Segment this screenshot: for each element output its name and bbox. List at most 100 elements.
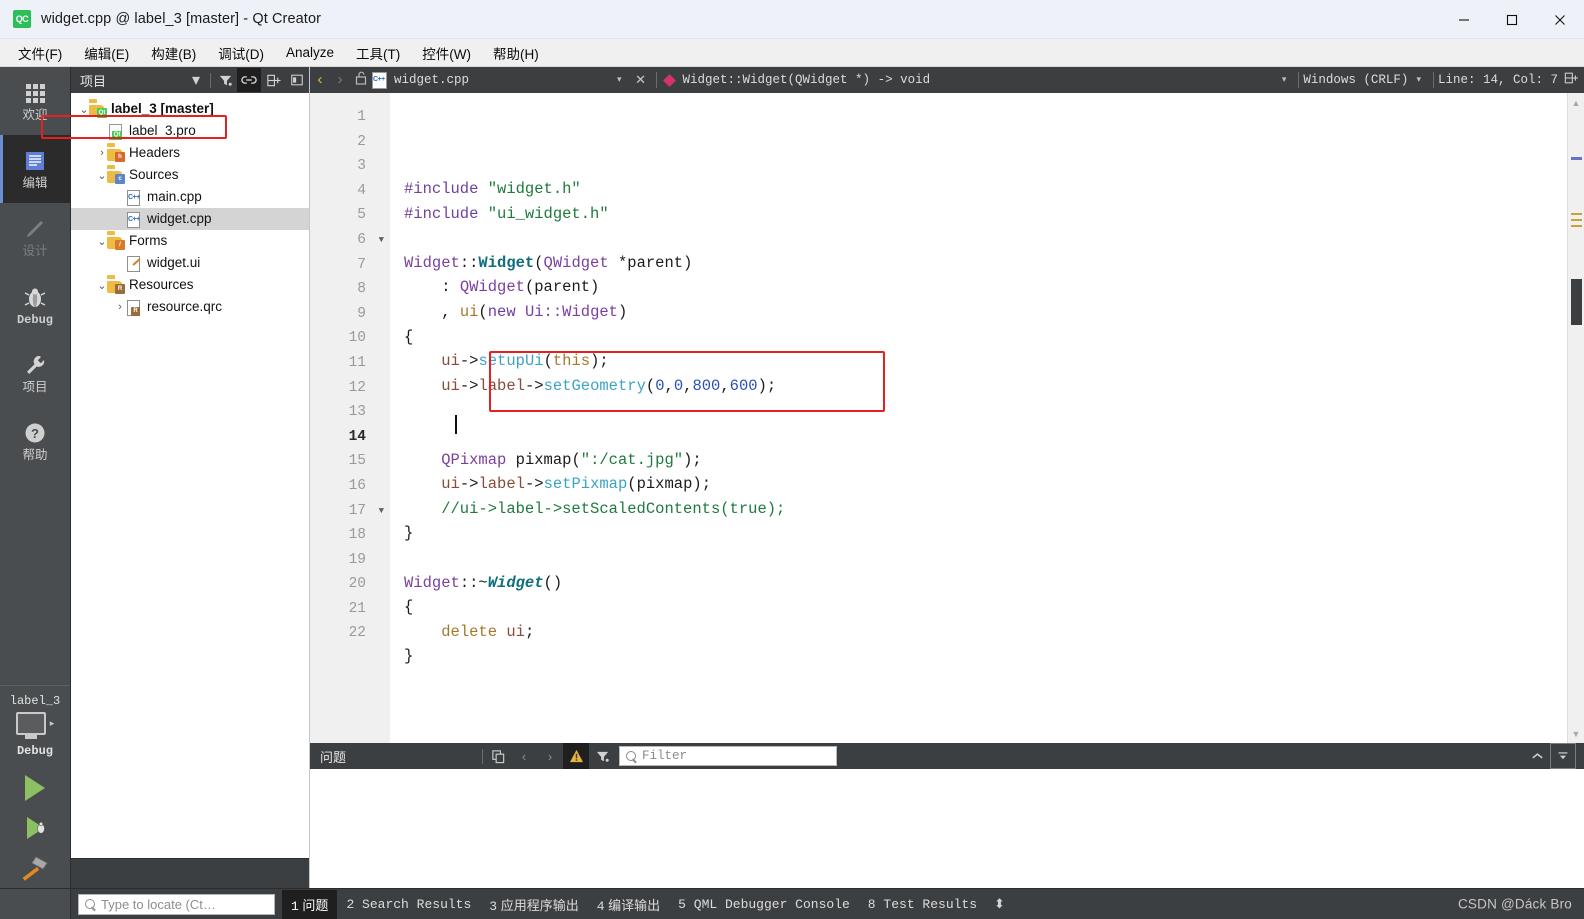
function-marker-icon: [662, 73, 676, 87]
symbol-selector[interactable]: Widget::Widget(QWidget *) -> void: [683, 73, 931, 87]
menu-tools[interactable]: 工具(T): [346, 40, 410, 66]
kit-selector[interactable]: ▸: [15, 712, 54, 735]
chevron-down-icon[interactable]: ⌄: [79, 103, 89, 116]
chevron-down-icon[interactable]: ▾: [1282, 75, 1287, 85]
navigate-forward-icon[interactable]: ›: [330, 72, 350, 89]
chevron-down-icon[interactable]: ▾: [617, 75, 622, 85]
debug-button[interactable]: [0, 808, 70, 848]
file-qt-icon: Qt: [107, 123, 124, 140]
close-button[interactable]: [1536, 0, 1584, 39]
tree-item-resources[interactable]: ⌄ R Resources: [71, 274, 309, 296]
fold-marker-icon[interactable]: ▼: [379, 499, 384, 524]
tree-item-forms[interactable]: ⌄ / Forms: [71, 230, 309, 252]
output-pane-body[interactable]: [310, 769, 1584, 888]
tree-item-label_3.pro[interactable]: Qt label_3.pro: [71, 120, 309, 142]
status-tab-label: Search Results: [354, 896, 472, 912]
warning-filter-icon[interactable]: [563, 743, 589, 769]
status-bar: Type to locate (Ct… 1 问题 2 Search Results…: [0, 888, 1584, 919]
tree-item-resource.qrc[interactable]: › Rresource.qrc: [71, 296, 309, 318]
close-document-icon[interactable]: ✕: [630, 73, 652, 88]
filter-categories-icon[interactable]: [589, 743, 615, 769]
status-tab-test-results[interactable]: 8 Test Results: [859, 892, 986, 917]
menu-file[interactable]: 文件(F): [8, 40, 72, 66]
next-item-icon[interactable]: ›: [537, 743, 563, 769]
chevron-down-icon[interactable]: ⌄: [97, 169, 107, 182]
project-pane-footer: [71, 858, 309, 888]
scroll-marker: [1571, 213, 1582, 215]
tree-item-main.cpp[interactable]: C++ main.cpp: [71, 186, 309, 208]
mode-projects[interactable]: 项目: [0, 339, 70, 407]
mode-help[interactable]: ? 帮助: [0, 407, 70, 475]
status-tab---[interactable]: 1 问题: [282, 889, 338, 919]
chevron-right-icon[interactable]: ›: [115, 301, 125, 313]
status-tab-------[interactable]: 3 应用程序输出: [480, 890, 587, 919]
menu-analyze[interactable]: Analyze: [276, 42, 344, 63]
split-editor-icon[interactable]: [1558, 71, 1584, 89]
editor-filename[interactable]: widget.cpp: [394, 73, 609, 87]
close-pane-icon[interactable]: [1550, 743, 1576, 769]
unlocked-icon[interactable]: [350, 71, 372, 89]
tree-item-widget.cpp[interactable]: C++ widget.cpp: [71, 208, 309, 230]
chevron-down-icon[interactable]: ⌄: [97, 235, 107, 248]
output-pane-updown-icon[interactable]: ⬍: [994, 896, 1005, 912]
menu-debug[interactable]: 调试(D): [208, 40, 274, 66]
fold-marker-icon[interactable]: ▼: [379, 228, 384, 253]
editor-toolbar-right: ▾ Windows (CRLF) ▾ Line: 14, Col: 7: [1274, 71, 1584, 89]
code-token: label: [478, 376, 525, 395]
previous-item-icon[interactable]: ‹: [511, 743, 537, 769]
mode-welcome[interactable]: 欢迎: [0, 67, 70, 135]
issues-filter-input[interactable]: Filter: [619, 746, 837, 766]
status-tab-search-results[interactable]: 2 Search Results: [337, 892, 480, 917]
folder-ui-icon: /: [107, 234, 125, 250]
mode-debug[interactable]: Debug: [0, 271, 70, 339]
copy-issues-icon[interactable]: [485, 743, 511, 769]
status-tab-----[interactable]: 4 编译输出: [588, 890, 669, 919]
status-tab-qml-debugger-console[interactable]: 5 QML Debugger Console: [669, 892, 859, 917]
tree-item-headers[interactable]: › h Headers: [71, 142, 309, 164]
run-button[interactable]: [0, 768, 70, 808]
watermark-label: CSDN @Dáck Bro: [1457, 896, 1572, 912]
code-token: {: [404, 327, 414, 346]
maximize-button[interactable]: [1488, 0, 1536, 39]
editor-scrollbar[interactable]: ▲ ▼: [1567, 93, 1584, 743]
scroll-down-icon[interactable]: ▼: [1568, 726, 1584, 741]
chevron-down-icon[interactable]: ⌄: [97, 279, 107, 292]
search-icon: [85, 898, 96, 910]
collapse-pane-icon[interactable]: [285, 68, 309, 92]
line-ending-selector[interactable]: Windows (CRLF): [1303, 73, 1408, 87]
menu-window[interactable]: 控件(W): [412, 40, 481, 66]
expand-all-icon[interactable]: [261, 68, 285, 92]
code-token: new: [487, 302, 516, 321]
scroll-up-icon[interactable]: ▲: [1568, 95, 1584, 110]
tree-item-label_3--master-[interactable]: ⌄ Qt label_3 [master]: [71, 98, 309, 120]
project-tree[interactable]: ⌄ Qt label_3 [master] Qt label_3.pro › h Header…: [41, 93, 309, 858]
qt-creator-window: QC widget.cpp @ label_3 [master] - Qt Cr…: [0, 0, 1584, 919]
tree-item-sources[interactable]: ⌄ c Sources: [71, 164, 309, 186]
build-button[interactable]: [0, 848, 70, 888]
chevron-down-icon[interactable]: ▾: [184, 68, 208, 92]
code-text[interactable]: #include "widget.h" #include "ui_widget.h…: [390, 93, 1567, 743]
maximize-pane-icon[interactable]: [1524, 743, 1550, 769]
link-with-editor-icon[interactable]: [237, 68, 261, 92]
chevron-right-icon[interactable]: ›: [97, 147, 107, 159]
menu-build[interactable]: 构建(B): [141, 40, 206, 66]
scroll-thumb[interactable]: [1571, 279, 1582, 325]
code-editor[interactable]: 1 2 3 4 5 6 ▼ 7 8 9 10 11 12 13 14 15 16 17 ▼ 18 19 20 21 22 #i…: [310, 93, 1584, 743]
menu-edit[interactable]: 编辑(E): [74, 40, 139, 66]
filter-icon[interactable]: [213, 68, 237, 92]
minimize-button[interactable]: [1440, 0, 1488, 39]
locator-input[interactable]: Type to locate (Ct…: [78, 893, 275, 915]
tree-item-label: main.cpp: [147, 189, 202, 205]
mode-design[interactable]: 设计: [0, 203, 70, 271]
question-icon: ?: [23, 420, 47, 446]
tree-item-widget.ui[interactable]: widget.ui: [71, 252, 309, 274]
navigate-back-icon[interactable]: ‹: [310, 72, 330, 89]
menu-help[interactable]: 帮助(H): [483, 40, 549, 66]
chevron-down-icon[interactable]: ▾: [1416, 75, 1421, 85]
mode-edit[interactable]: 编辑: [0, 135, 70, 203]
line-number: 21: [348, 600, 366, 617]
code-token: "ui_widget.h": [487, 204, 609, 223]
